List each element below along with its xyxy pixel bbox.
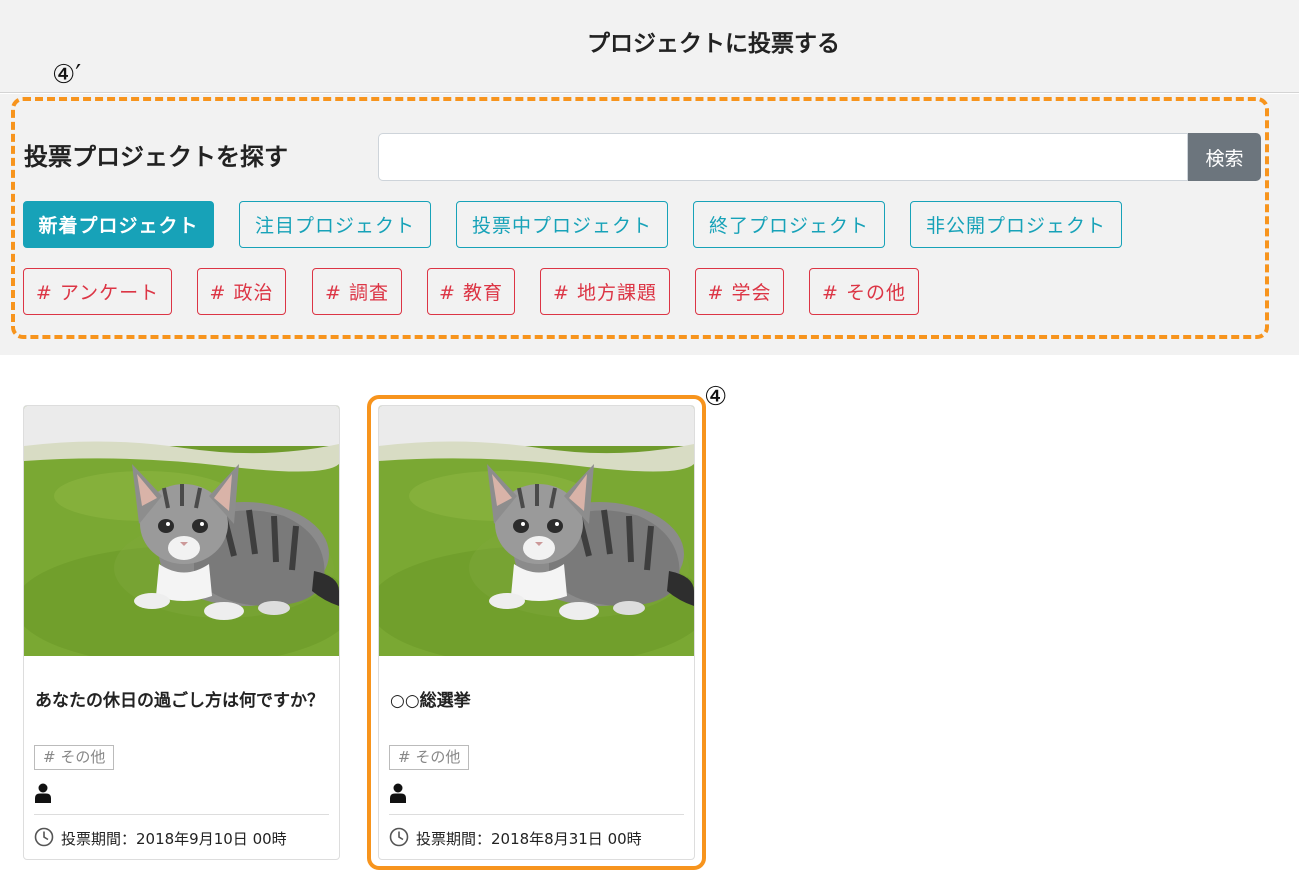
- annotation-marker-filter: ④′: [52, 60, 82, 90]
- page-header: プロジェクトに投票する: [0, 0, 1299, 93]
- filter-featured-projects-button[interactable]: 注目プロジェクト: [239, 201, 431, 248]
- clock-icon: [34, 827, 54, 847]
- project-card[interactable]: ○○総選挙 # その他 投票期間：2018年8月31日 00時: [378, 405, 695, 860]
- card-title[interactable]: あなたの休日の過ごし方は何ですか？: [35, 690, 325, 712]
- card-divider: [34, 814, 329, 815]
- clock-icon: [389, 827, 409, 847]
- tag-politics-button[interactable]: # 政治: [197, 268, 286, 315]
- filter-voting-projects-button[interactable]: 投票中プロジェクト: [456, 201, 668, 248]
- card-voting-period: 投票期間：2018年9月10日 00時: [61, 830, 287, 848]
- search-button[interactable]: 検索: [1188, 133, 1261, 181]
- user-icon: [35, 783, 51, 803]
- kitten-photo: [379, 406, 694, 656]
- card-title[interactable]: ○○総選挙: [390, 690, 680, 712]
- search-input[interactable]: [378, 133, 1188, 181]
- card-divider: [389, 814, 684, 815]
- filter-private-projects-button[interactable]: 非公開プロジェクト: [910, 201, 1122, 248]
- tag-education-button[interactable]: # 教育: [427, 268, 515, 315]
- filter-ended-projects-button[interactable]: 終了プロジェクト: [693, 201, 885, 248]
- page-title: プロジェクトに投票する: [587, 31, 840, 57]
- tag-academic-button[interactable]: # 学会: [695, 268, 784, 315]
- project-card[interactable]: あなたの休日の過ごし方は何ですか？ # その他 投票期間：2018年9月10日 …: [23, 405, 340, 860]
- tag-survey-button[interactable]: # アンケート: [23, 268, 172, 315]
- kitten-photo: [24, 406, 339, 656]
- tag-other-button[interactable]: # その他: [809, 268, 919, 315]
- card-voting-period: 投票期間：2018年8月31日 00時: [416, 830, 642, 848]
- filter-new-projects-button[interactable]: 新着プロジェクト: [23, 201, 214, 248]
- card-tag: # その他: [389, 745, 470, 770]
- tag-regional-issues-button[interactable]: # 地方課題: [540, 268, 670, 315]
- user-icon: [390, 783, 406, 803]
- annotation-marker-card: ④: [704, 382, 728, 412]
- search-label: 投票プロジェクトを探す: [24, 143, 288, 171]
- card-tag: # その他: [34, 745, 115, 770]
- tag-research-button[interactable]: # 調査: [312, 268, 402, 315]
